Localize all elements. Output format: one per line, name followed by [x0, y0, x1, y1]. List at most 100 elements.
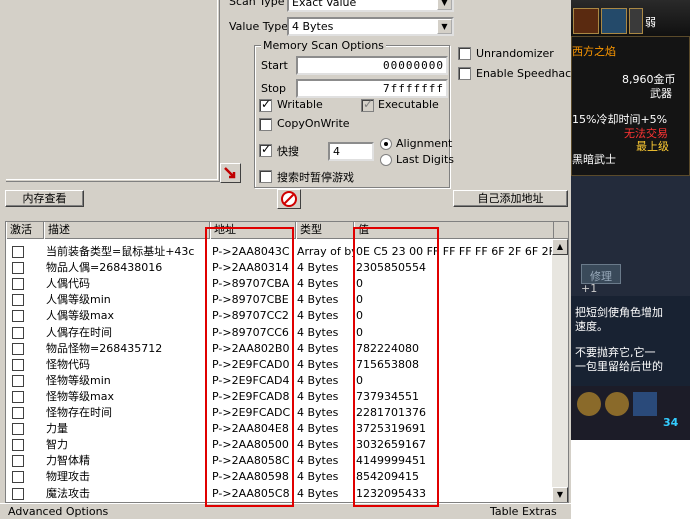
row-active-checkbox[interactable]: [12, 487, 24, 500]
table-row[interactable]: 怪物等级min P->2E9FCAD4 4 Bytes 0: [6, 373, 553, 389]
row-value[interactable]: 0: [356, 276, 552, 292]
row-active-checkbox[interactable]: [12, 262, 24, 275]
row-description[interactable]: 物品怪物=268435712: [46, 341, 210, 357]
row-type[interactable]: 4 Bytes: [297, 260, 353, 276]
hotbar-slot-icon[interactable]: [605, 392, 629, 416]
row-address[interactable]: P->2AA80598: [212, 469, 296, 485]
row-type[interactable]: Array of byte: [297, 244, 353, 260]
row-value[interactable]: 782224080: [356, 341, 552, 357]
row-active-checkbox[interactable]: [12, 278, 24, 291]
row-value[interactable]: 3032659167: [356, 437, 552, 453]
table-row[interactable]: 怪物等级max P->2E9FCAD8 4 Bytes 737934551: [6, 389, 553, 405]
speedhack-checkbox[interactable]: [458, 67, 471, 80]
table-row[interactable]: 力量 P->2AA804E8 4 Bytes 3725319691: [6, 421, 553, 437]
scroll-down-icon[interactable]: ▼: [552, 487, 568, 502]
row-description[interactable]: 怪物代码: [46, 357, 210, 373]
row-address[interactable]: P->89707CC2: [212, 308, 296, 324]
alignment-radio[interactable]: [380, 138, 392, 150]
column-address[interactable]: 地址: [210, 222, 296, 239]
table-row[interactable]: 怪物代码 P->2E9FCAD0 4 Bytes 715653808: [6, 357, 553, 373]
row-type[interactable]: 4 Bytes: [297, 469, 353, 485]
row-address[interactable]: P->89707CC6: [212, 325, 296, 341]
row-address[interactable]: P->2AA805C8: [212, 486, 296, 502]
row-address[interactable]: P->2AA80314: [212, 260, 296, 276]
row-description[interactable]: 人偶存在时间: [46, 325, 210, 341]
row-description[interactable]: 怪物等级max: [46, 389, 210, 405]
last-digits-radio[interactable]: [380, 154, 392, 166]
row-address[interactable]: P->2E9FCAD4: [212, 373, 296, 389]
row-address[interactable]: P->2E9FCAD8: [212, 389, 296, 405]
row-active-checkbox[interactable]: [12, 246, 24, 258]
column-active[interactable]: 激活: [6, 222, 44, 239]
table-extras-link[interactable]: Table Extras: [490, 505, 557, 518]
memory-view-button[interactable]: 内存查看: [5, 190, 84, 207]
row-value[interactable]: 2281701376: [356, 405, 552, 421]
row-address[interactable]: P->2AA802B0: [212, 341, 296, 357]
row-description[interactable]: 物理攻击: [46, 469, 210, 485]
row-type[interactable]: 4 Bytes: [297, 292, 353, 308]
row-type[interactable]: 4 Bytes: [297, 453, 353, 469]
table-row[interactable]: 物理攻击 P->2AA80598 4 Bytes 854209415: [6, 469, 553, 485]
row-active-checkbox[interactable]: [12, 471, 24, 484]
row-active-checkbox[interactable]: [12, 423, 24, 436]
row-address[interactable]: P->2AA804E8: [212, 421, 296, 437]
row-value[interactable]: 854209415: [356, 469, 552, 485]
table-row[interactable]: 人偶代码 P->89707CBA 4 Bytes 0: [6, 276, 553, 292]
start-address-input[interactable]: 00000000: [296, 56, 448, 75]
row-value[interactable]: 4149999451: [356, 453, 552, 469]
row-description[interactable]: 当前装备类型=鼠标基址+43c: [46, 244, 210, 260]
table-row[interactable]: 物品怪物=268435712 P->2AA802B0 4 Bytes 78222408…: [6, 341, 553, 357]
stop-icon-button[interactable]: [277, 189, 301, 209]
table-row[interactable]: 人偶等级min P->89707CBE 4 Bytes 0: [6, 292, 553, 308]
row-type[interactable]: 4 Bytes: [297, 421, 353, 437]
row-active-checkbox[interactable]: [12, 439, 24, 452]
hotbar-slot-icon[interactable]: [577, 392, 601, 416]
row-value[interactable]: 3725319691: [356, 421, 552, 437]
row-active-checkbox[interactable]: [12, 342, 24, 355]
row-type[interactable]: 4 Bytes: [297, 357, 353, 373]
row-address[interactable]: P->2AA8058C: [212, 453, 296, 469]
row-value[interactable]: 0E C5 23 00 FF FF FF FF 6F 2F 6F 2F: [356, 244, 552, 260]
value-type-select[interactable]: 4 Bytes ▼: [287, 17, 454, 36]
table-row[interactable]: 魔法攻击 P->2AA805C8 4 Bytes 1232095433: [6, 486, 553, 502]
row-active-checkbox[interactable]: [12, 294, 24, 307]
copyonwrite-checkbox[interactable]: [259, 118, 272, 131]
row-description[interactable]: 物品人偶=268438016: [46, 260, 210, 276]
fast-scan-input[interactable]: 4: [328, 142, 374, 161]
row-type[interactable]: 4 Bytes: [297, 276, 353, 292]
pause-while-scanning-checkbox[interactable]: [259, 170, 272, 183]
row-description[interactable]: 智力: [46, 437, 210, 453]
table-row[interactable]: 智力 P->2AA80500 4 Bytes 3032659167: [6, 437, 553, 453]
row-value[interactable]: 715653808: [356, 357, 552, 373]
table-row[interactable]: 当前装备类型=鼠标基址+43cP->2AA8043CArray of byte0…: [6, 244, 553, 260]
column-type[interactable]: 类型: [296, 222, 354, 239]
row-description[interactable]: 怪物存在时间: [46, 405, 210, 421]
table-row[interactable]: 人偶等级max P->89707CC2 4 Bytes 0: [6, 308, 553, 324]
row-address[interactable]: P->2AA8043C: [212, 244, 296, 260]
table-scrollbar[interactable]: ▲ ▼: [552, 239, 568, 502]
scroll-up-icon[interactable]: ▲: [552, 239, 568, 255]
table-row[interactable]: 人偶存在时间 P->89707CC6 4 Bytes 0: [6, 325, 553, 341]
row-value[interactable]: 737934551: [356, 389, 552, 405]
column-description[interactable]: 描述: [44, 222, 210, 239]
unrandomizer-checkbox[interactable]: [458, 47, 471, 60]
writable-checkbox[interactable]: [259, 97, 272, 112]
row-address[interactable]: P->2E9FCAD0: [212, 357, 296, 373]
table-row[interactable]: 物品人偶=268438016 P->2AA80314 4 Bytes 23058505…: [6, 260, 553, 276]
row-type[interactable]: 4 Bytes: [297, 486, 353, 502]
row-address[interactable]: P->2AA80500: [212, 437, 296, 453]
row-type[interactable]: 4 Bytes: [297, 373, 353, 389]
row-active-checkbox[interactable]: [12, 374, 24, 387]
row-value[interactable]: 2305850554: [356, 260, 552, 276]
row-type[interactable]: 4 Bytes: [297, 308, 353, 324]
row-type[interactable]: 4 Bytes: [297, 341, 353, 357]
add-address-manually-button[interactable]: 自己添加地址: [453, 190, 568, 207]
row-type[interactable]: 4 Bytes: [297, 405, 353, 421]
fast-scan-checkbox[interactable]: [259, 142, 272, 157]
row-address[interactable]: P->89707CBE: [212, 292, 296, 308]
row-description[interactable]: 力智体精: [46, 453, 210, 469]
executable-checkbox[interactable]: [361, 97, 374, 112]
row-description[interactable]: 怪物等级min: [46, 373, 210, 389]
row-value[interactable]: 0: [356, 292, 552, 308]
row-value[interactable]: 0: [356, 308, 552, 324]
